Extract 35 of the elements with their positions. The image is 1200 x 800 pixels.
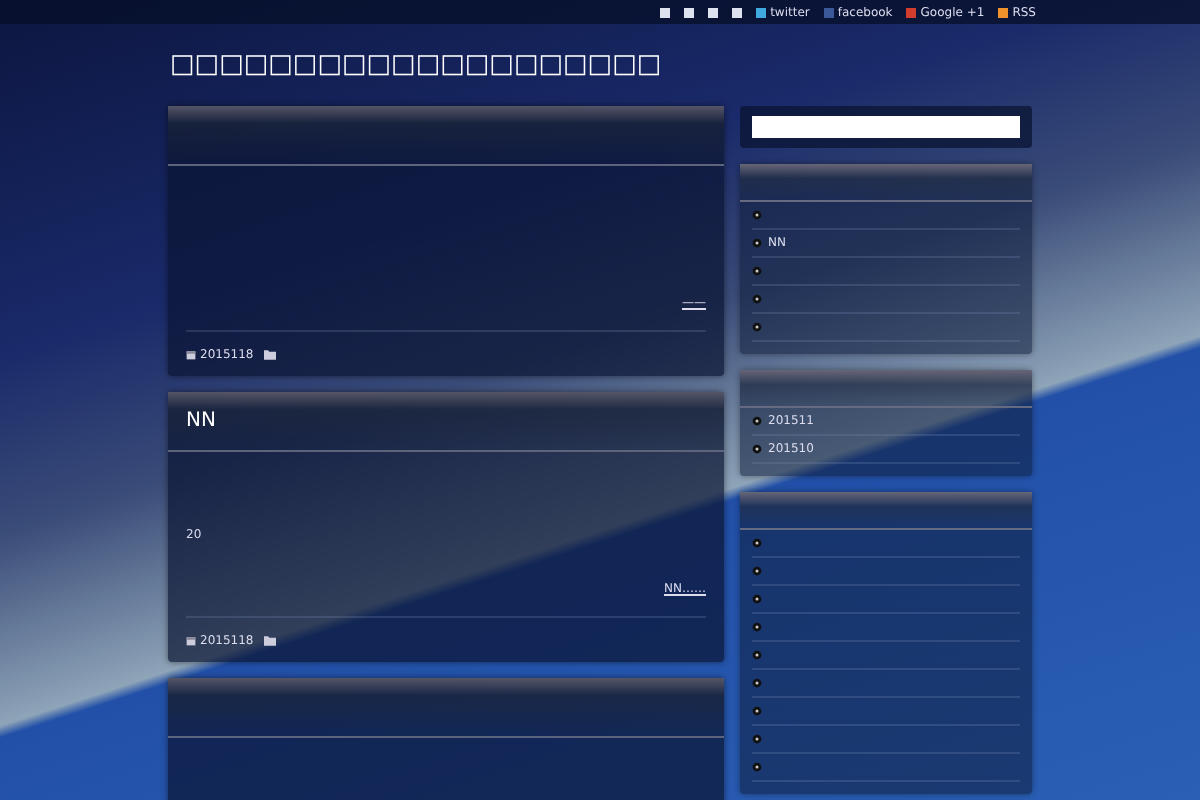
bullet-icon <box>752 650 762 660</box>
bullet-icon <box>752 210 762 220</box>
social-link[interactable] <box>708 7 719 17</box>
bullet-icon <box>752 762 762 772</box>
bullet-icon <box>752 566 762 576</box>
folder-icon <box>263 349 276 359</box>
bullet-icon <box>752 622 762 632</box>
square-icon <box>708 7 719 17</box>
bullet-icon <box>752 444 762 454</box>
post-title[interactable]: NN <box>186 410 216 432</box>
twitter-icon <box>756 7 767 17</box>
bullet-icon <box>752 594 762 604</box>
square-icon <box>732 7 743 17</box>
search-field[interactable] <box>752 116 1020 138</box>
calendar-icon <box>186 349 196 359</box>
social-link[interactable] <box>660 7 671 17</box>
bullet-icon <box>752 238 762 248</box>
social-link[interactable] <box>684 7 695 17</box>
square-icon <box>660 7 671 17</box>
rss-icon <box>998 7 1009 17</box>
bullet-icon <box>752 294 762 304</box>
google-icon <box>906 7 917 17</box>
bullet-icon <box>752 416 762 426</box>
bullet-icon <box>752 706 762 716</box>
folder-icon <box>263 635 276 645</box>
social-link[interactable] <box>732 7 743 17</box>
facebook-icon <box>823 7 834 17</box>
calendar-icon <box>186 635 196 645</box>
bullet-icon <box>752 266 762 276</box>
square-icon <box>684 7 695 17</box>
bullet-icon <box>752 678 762 688</box>
bullet-icon <box>752 538 762 548</box>
bullet-icon <box>752 734 762 744</box>
bullet-icon <box>752 322 762 332</box>
site-title[interactable]: □□□□□□□□□□□□□□□□□□□□ <box>168 24 1032 106</box>
